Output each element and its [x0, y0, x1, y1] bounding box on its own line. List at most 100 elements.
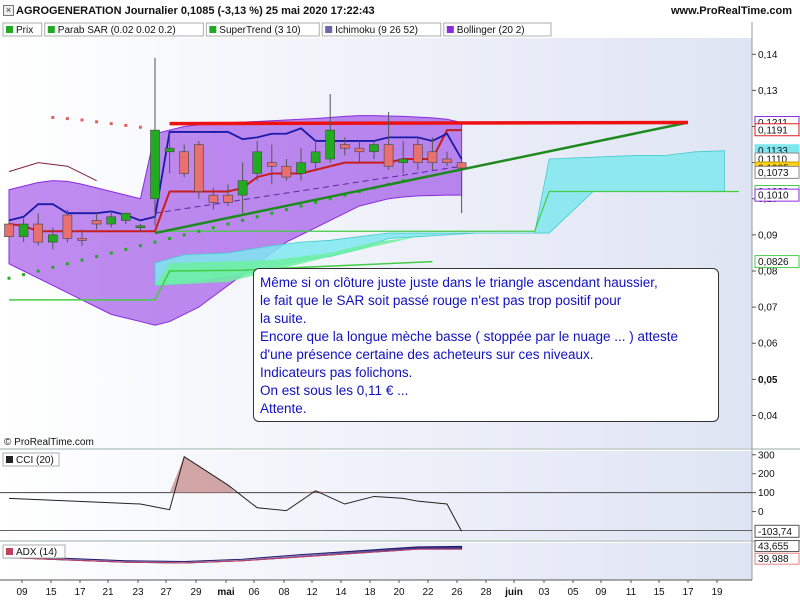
cci-tick-label: 300	[758, 450, 775, 461]
candle-body	[354, 147, 365, 153]
y-tick-label: 0,09	[758, 230, 778, 241]
sar-dot	[51, 265, 55, 269]
sar-dot	[138, 244, 142, 248]
legend-label: Prix	[16, 25, 33, 36]
cci-legend-label: CCI (20)	[16, 455, 54, 466]
legend-label: Bollinger (20 2)	[457, 25, 525, 36]
x-tick-label: 28	[480, 587, 492, 598]
sar-dot	[168, 236, 172, 240]
legend-label: Parab SAR (0.02 0.02 0.2)	[58, 25, 176, 36]
candle-body	[339, 144, 350, 149]
sar-dot	[270, 211, 274, 215]
sar-dot	[241, 218, 245, 222]
candle-body	[150, 129, 160, 200]
note-line: On est sous les 0,11 € ...	[260, 383, 409, 398]
cci-tick-label: 0	[758, 507, 764, 518]
analysis-note: Même si on clôture juste juste dans le t…	[253, 268, 719, 422]
note-line: la suite.	[260, 311, 307, 326]
sar-dot	[80, 118, 84, 122]
adx-value-label: 39,988	[758, 554, 789, 565]
sar-dot	[22, 273, 26, 277]
candle-body	[252, 151, 262, 174]
note-line: Attente.	[260, 401, 307, 416]
watermark: © ProRealTime.com	[4, 437, 94, 448]
x-tick-label: 06	[248, 587, 260, 598]
adx-legend-label: ADX (14)	[16, 547, 57, 558]
candle-body	[237, 180, 248, 196]
candle-body	[33, 223, 44, 243]
candle-body	[194, 144, 204, 192]
legend-swatch	[47, 26, 55, 33]
candle-body	[223, 194, 233, 203]
sar-dot	[299, 204, 303, 208]
sar-dot	[138, 125, 142, 129]
candle-body	[77, 238, 87, 241]
candle-body	[106, 216, 116, 225]
sar-dot	[314, 200, 318, 204]
candle-body	[412, 144, 423, 163]
x-tick-label: 11	[626, 587, 637, 598]
x-tick-label: 17	[74, 587, 86, 598]
candle-body	[281, 165, 292, 178]
x-tick-label: 20	[393, 587, 405, 598]
legend-swatch	[325, 26, 333, 33]
candle-body	[208, 194, 219, 203]
sar-dot	[36, 269, 40, 273]
y-tick-label: 0,13	[758, 86, 778, 97]
adx-legend-swatch	[6, 548, 13, 555]
cci-panel-bg	[0, 451, 752, 540]
y-tick-label: 0,05	[758, 375, 778, 386]
x-tick-label: 18	[364, 587, 376, 598]
legend-label: Ichimoku (9 26 52)	[335, 25, 418, 36]
x-tick-label: 19	[711, 587, 723, 598]
sar-dot	[7, 276, 11, 280]
sar-dot	[211, 226, 215, 230]
y-tick-label: 0,06	[758, 339, 778, 350]
candle-body	[398, 158, 409, 163]
legend-swatch	[209, 26, 217, 33]
cci-tick-label: 200	[758, 469, 775, 480]
x-axis: 09 15 17 21 23 27 29 mai 06 08 12 14 18 20 22 26 28 juin 0…	[0, 579, 752, 598]
sar-dot	[226, 222, 230, 226]
candle-body	[369, 144, 379, 153]
price-label: 0,0826	[758, 257, 789, 268]
x-tick-label: 17	[682, 587, 694, 598]
note-line: le fait que le SAR soit passé rouge n'es…	[260, 293, 622, 308]
sar-dot	[255, 215, 259, 219]
x-tick-label: mai	[217, 587, 234, 598]
candle-body	[456, 162, 467, 169]
note-line: Encore que la longue mèche basse ( stopp…	[260, 329, 679, 344]
price-label: 0,1010	[758, 191, 789, 202]
legend-swatch	[6, 26, 13, 33]
sar-dot	[80, 258, 84, 262]
note-line: Indicateurs pas folichons.	[260, 365, 413, 380]
legend-label: SuperTrend (3 10)	[219, 25, 300, 36]
candle-body	[4, 223, 14, 237]
x-tick-label: 15	[653, 587, 665, 598]
candle-body	[266, 162, 277, 167]
y-tick-label: 0,14	[758, 50, 778, 61]
note-line: Même si on clôture juste juste dans le t…	[260, 275, 658, 290]
x-tick-label: juin	[504, 587, 523, 598]
sar-dot	[197, 229, 201, 233]
x-tick-label: 05	[567, 587, 579, 598]
cci-legend-swatch	[6, 456, 13, 463]
x-tick-label: 26	[451, 587, 463, 598]
sar-dot	[95, 120, 99, 124]
sar-dot	[109, 251, 113, 255]
sar-dot	[124, 247, 128, 251]
adx-value-label: 43,655	[758, 541, 789, 552]
x-tick-label: 15	[45, 587, 57, 598]
resistance-line	[169, 120, 688, 126]
candle-body	[427, 151, 438, 163]
sar-dot	[153, 240, 157, 244]
x-tick-label: 08	[278, 587, 290, 598]
y-tick-label: 0,08	[758, 266, 778, 277]
x-tick-label: 09	[595, 587, 607, 598]
candle-body	[296, 162, 306, 174]
candle-body	[164, 147, 175, 153]
candle-body	[179, 151, 189, 174]
legend-swatch	[446, 26, 454, 33]
x-tick-label: 21	[102, 587, 114, 598]
candle-body	[91, 220, 102, 225]
